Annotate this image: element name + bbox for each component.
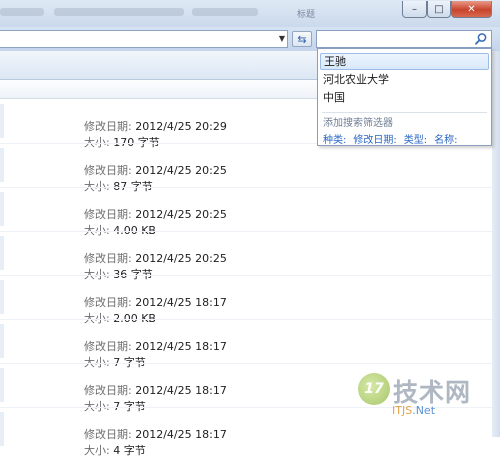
watermark-url: ITJS.Net xyxy=(392,404,435,417)
list-item[interactable]: 修改日期: 2012/4/25 20:25 大小: 4.00 KB xyxy=(0,188,492,237)
modified-label: 修改日期: xyxy=(84,164,132,177)
item-icon-edge xyxy=(0,148,4,182)
list-item[interactable]: 修改日期: 2012/4/25 18:17 大小: 2.00 KB xyxy=(0,276,492,325)
modified-value: 2012/4/25 20:29 xyxy=(135,120,227,133)
minimize-button[interactable]: – xyxy=(402,1,427,18)
suggestion-item[interactable]: 王驰 xyxy=(320,53,489,70)
modified-date: 修改日期: 2012/4/25 20:25 xyxy=(84,162,227,178)
modified-date: 修改日期: 2012/4/25 20:25 xyxy=(84,206,227,222)
modified-value: 2012/4/25 18:17 xyxy=(135,340,227,353)
refresh-icon: ⇆ xyxy=(297,32,307,46)
modified-value: 2012/4/25 18:17 xyxy=(135,428,227,441)
add-search-filter-label: 添加搜索筛选器 xyxy=(323,118,393,129)
item-icon-edge xyxy=(0,368,4,402)
modified-date: 修改日期: 2012/4/25 18:17 xyxy=(84,338,227,354)
item-icon-edge xyxy=(0,192,4,226)
item-icon-edge xyxy=(0,104,4,138)
minimize-icon: – xyxy=(412,3,417,15)
modified-label: 修改日期: xyxy=(84,340,132,353)
search-suggestions-dropdown: 王驰 河北农业大学 中国 添加搜索筛选器 种类: 修改日期: 类型: 名称: xyxy=(317,48,492,146)
list-item[interactable]: 修改日期: 2012/4/25 18:17 大小: 7 字节 xyxy=(0,320,492,369)
search-filters: 种类: 修改日期: 类型: 名称: xyxy=(323,131,491,146)
modified-label: 修改日期: xyxy=(84,208,132,221)
modified-value: 2012/4/25 20:25 xyxy=(135,252,227,265)
title-blurred-segment xyxy=(0,8,44,16)
title-blurred-segment xyxy=(192,8,258,16)
modified-label: 修改日期: xyxy=(84,296,132,309)
item-icon-edge xyxy=(0,280,4,314)
size-label: 大小: xyxy=(84,444,110,457)
filter-name[interactable]: 名称: xyxy=(434,135,457,146)
address-bar[interactable]: ▼ xyxy=(0,30,288,48)
modified-label: 修改日期: xyxy=(84,428,132,441)
filter-kind[interactable]: 种类: xyxy=(323,135,346,146)
maximize-button[interactable]: □ xyxy=(427,1,451,18)
column-header xyxy=(0,80,322,99)
chevron-down-icon[interactable]: ▼ xyxy=(279,34,285,43)
refresh-button[interactable]: ⇆ xyxy=(292,31,312,47)
modified-value: 2012/4/25 20:25 xyxy=(135,164,227,177)
modified-date: 修改日期: 2012/4/25 18:17 xyxy=(84,382,227,398)
close-button[interactable]: ✕ xyxy=(451,1,492,18)
size-value: 4 字节 xyxy=(113,444,146,457)
list-item[interactable]: 修改日期: 2012/4/25 20:25 大小: 36 字节 xyxy=(0,232,492,281)
item-icon-edge xyxy=(0,412,4,446)
filter-date-modified[interactable]: 修改日期: xyxy=(353,135,396,146)
suggestion-item[interactable]: 河北农业大学 xyxy=(320,71,489,88)
search-input[interactable] xyxy=(316,30,492,48)
watermark-url-part1: ITJS xyxy=(392,404,413,417)
search-icon[interactable] xyxy=(474,32,488,46)
modified-date: 修改日期: 2012/4/25 20:29 xyxy=(84,118,227,134)
window-right-border xyxy=(492,51,500,437)
item-icon-edge xyxy=(0,236,4,270)
window-title: 标题 xyxy=(297,10,316,20)
maximize-icon: □ xyxy=(434,3,444,15)
modified-label: 修改日期: xyxy=(84,252,132,265)
suggestion-item[interactable]: 中国 xyxy=(320,89,489,106)
modified-value: 2012/4/25 18:17 xyxy=(135,296,227,309)
title-bar: 标题 – □ ✕ xyxy=(0,0,500,27)
modified-date: 修改日期: 2012/4/25 20:25 xyxy=(84,250,227,266)
dropdown-divider xyxy=(322,112,487,113)
filter-type[interactable]: 类型: xyxy=(404,135,427,146)
watermark-logo-text: 17 xyxy=(364,381,384,397)
command-bar xyxy=(0,51,322,80)
modified-label: 修改日期: xyxy=(84,384,132,397)
watermark-url-part2: .Net xyxy=(412,404,436,417)
close-icon: ✕ xyxy=(467,3,476,15)
file-size: 大小: 4 字节 xyxy=(84,442,146,458)
list-item[interactable]: 修改日期: 2012/4/25 20:25 大小: 87 字节 xyxy=(0,144,492,193)
modified-date: 修改日期: 2012/4/25 18:17 xyxy=(84,426,227,442)
watermark-logo-icon: 17 xyxy=(358,373,390,405)
modified-value: 2012/4/25 18:17 xyxy=(135,384,227,397)
modified-date: 修改日期: 2012/4/25 18:17 xyxy=(84,294,227,310)
item-icon-edge xyxy=(0,324,4,358)
modified-label: 修改日期: xyxy=(84,120,132,133)
modified-value: 2012/4/25 20:25 xyxy=(135,208,227,221)
title-blurred-segment xyxy=(54,8,184,16)
